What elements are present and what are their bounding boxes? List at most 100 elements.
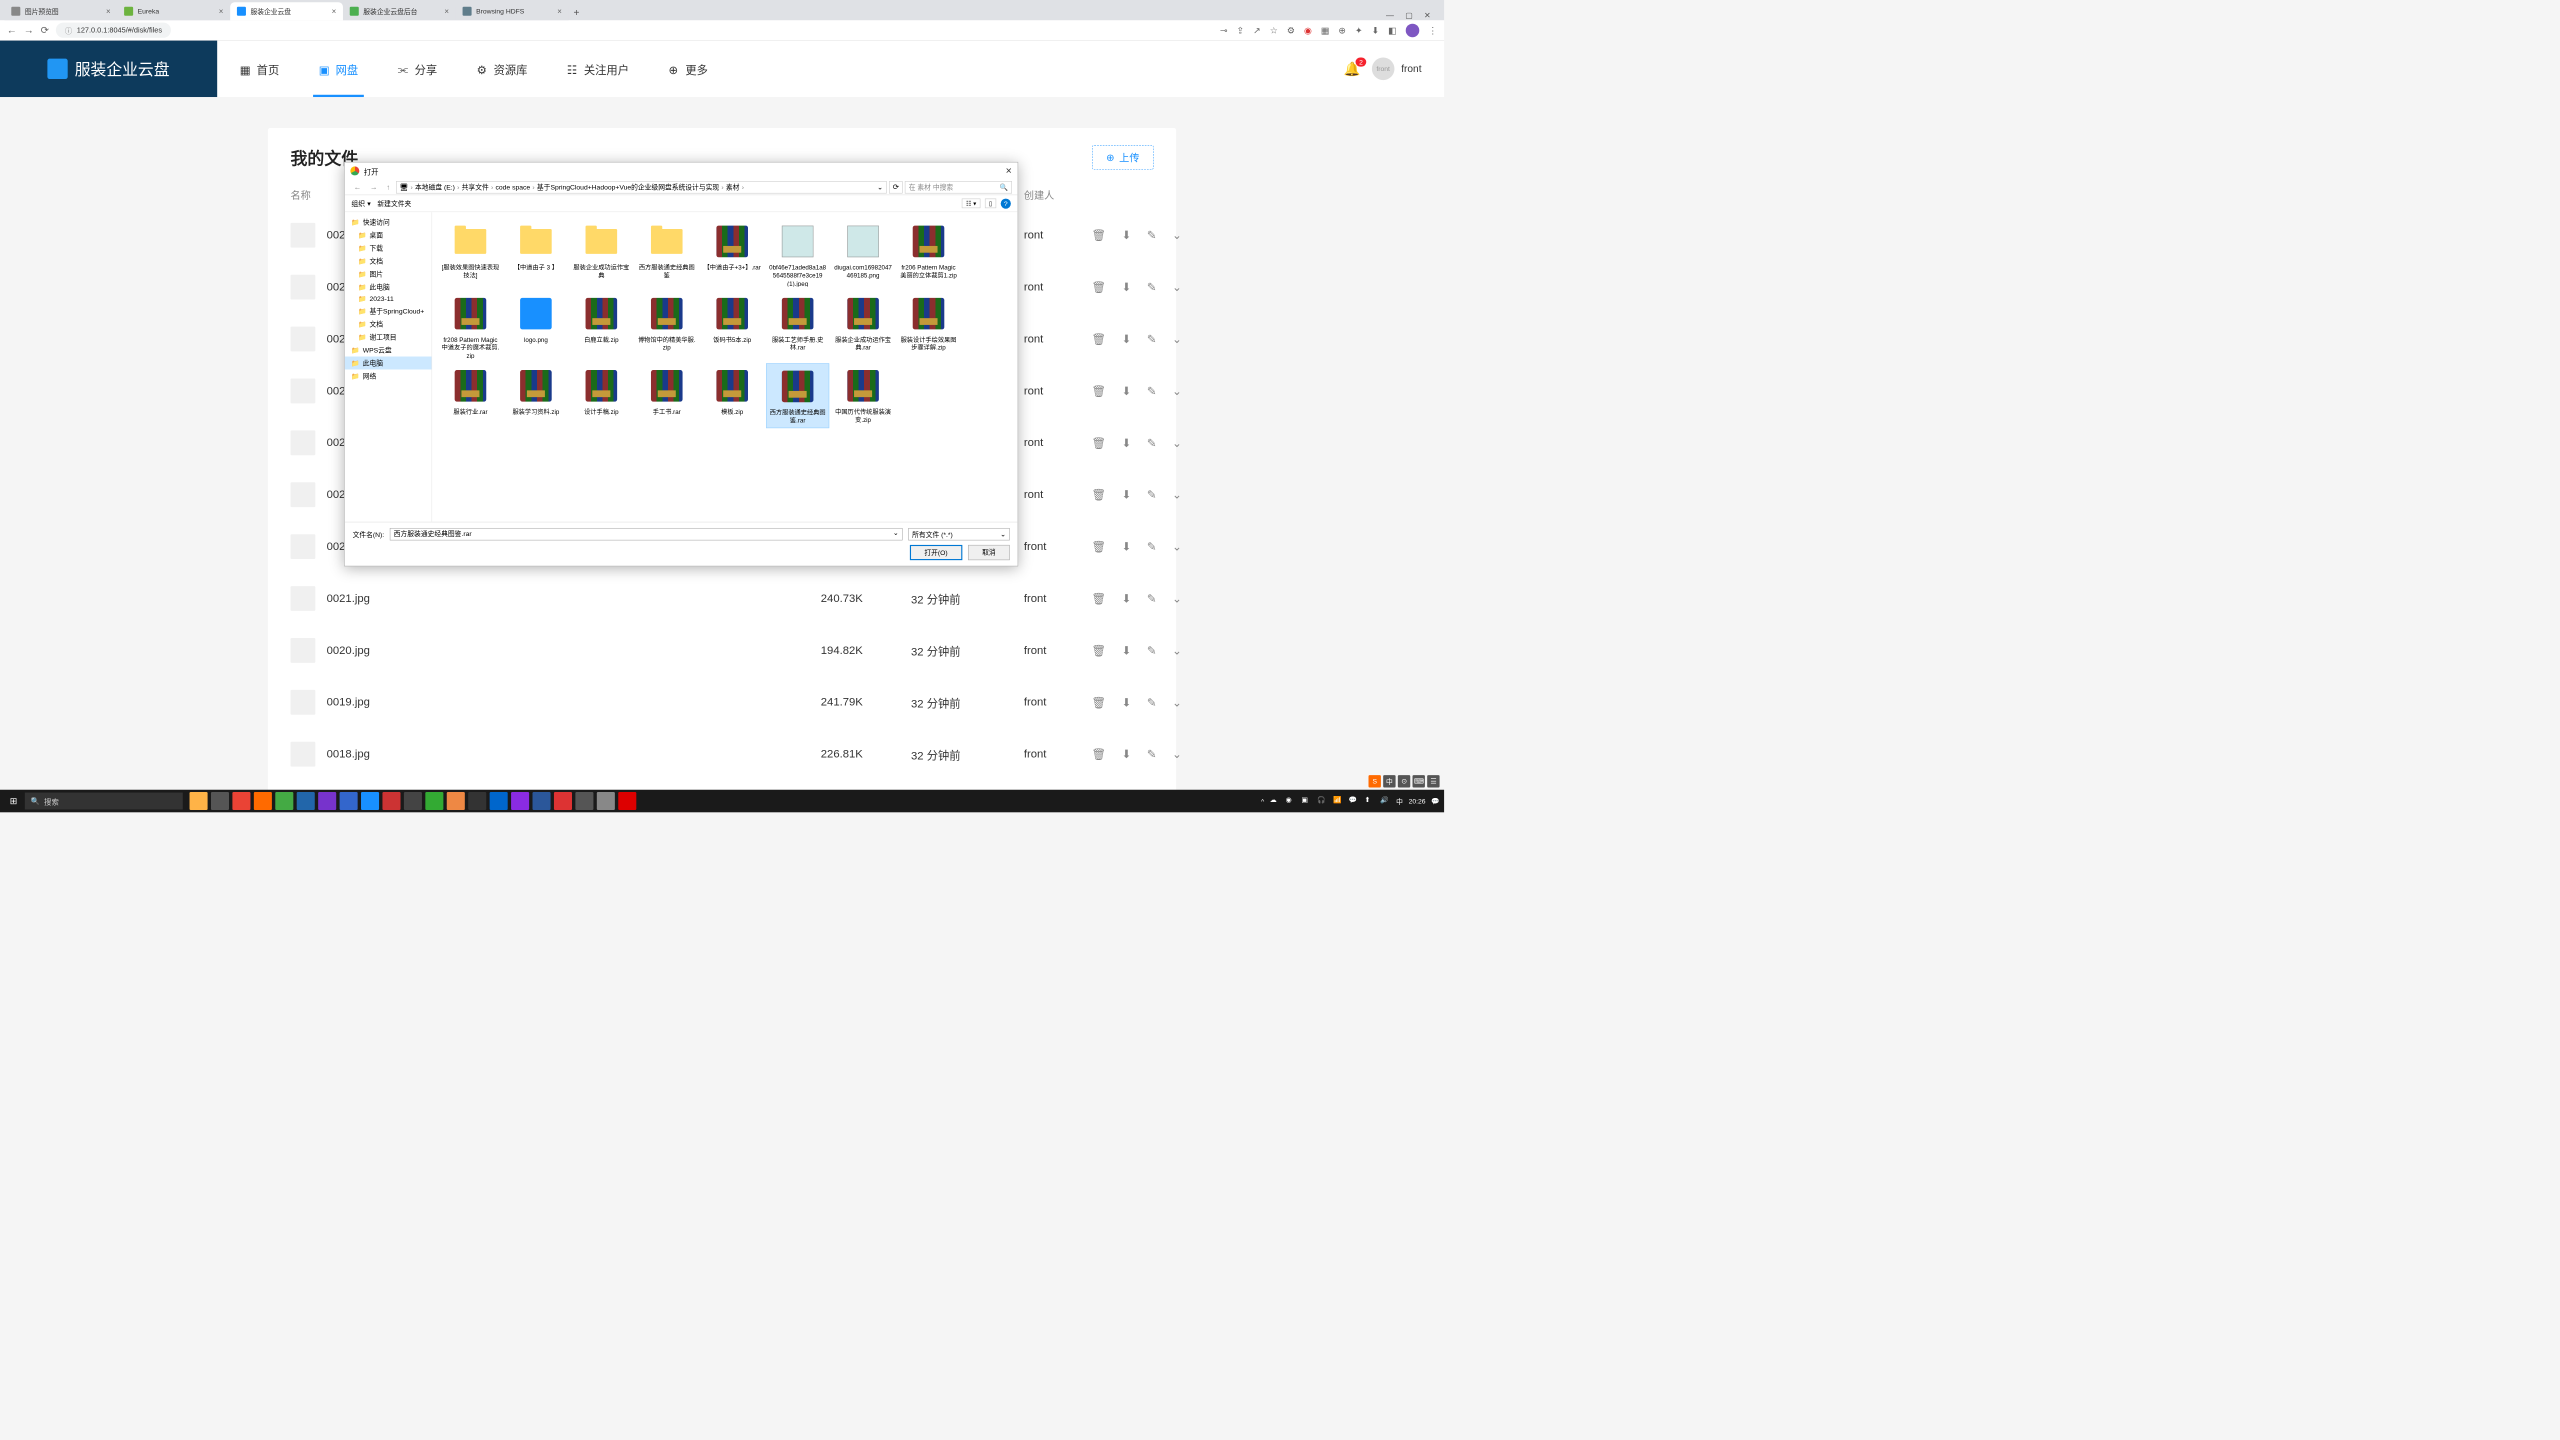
file-item[interactable]: diugai.com16982047469185.png — [831, 219, 894, 289]
ime-btn[interactable]: ☰ — [1427, 775, 1439, 787]
delete-icon[interactable]: 🗑 — [1092, 747, 1106, 761]
more-icon[interactable]: ⌄ — [1172, 591, 1181, 605]
more-icon[interactable]: ⌄ — [1172, 332, 1181, 346]
delete-icon[interactable]: 🗑 — [1092, 643, 1106, 657]
help-button[interactable]: ? — [1001, 198, 1011, 208]
file-item[interactable]: fr208 Pattern Magic中道友子的魔术裁剪.zip — [439, 291, 502, 361]
system-tray[interactable]: ^ ☁ ◉ ▣ 🎧 📶 💬 ⬆ 🔊 中 20:26 💬 — [1261, 796, 1440, 806]
ext-icon[interactable]: ◉ — [1304, 25, 1312, 36]
file-item[interactable]: 西方服装通史经典图鉴 — [635, 219, 698, 289]
back-button[interactable]: ← — [350, 183, 364, 191]
sidebar-item[interactable]: 📁桌面 — [345, 228, 432, 241]
new-folder-button[interactable]: 新建文件夹 — [377, 199, 411, 209]
browser-tab[interactable]: Eureka× — [117, 2, 230, 20]
open-button[interactable]: 打开(O) — [910, 545, 963, 560]
file-item[interactable]: 西方服装通史经典图鉴.rar — [766, 363, 829, 428]
nav-resources[interactable]: ⚙资源库 — [477, 41, 528, 97]
nav-disk[interactable]: ▣网盘 — [319, 41, 358, 97]
taskbar-app-icon[interactable] — [490, 792, 508, 810]
cancel-button[interactable]: 取消 — [968, 545, 1010, 560]
edit-icon[interactable]: ✎ — [1147, 436, 1156, 450]
file-item[interactable]: 手工书.rar — [635, 363, 698, 428]
view-mode-button[interactable]: ☷ ▾ — [962, 199, 980, 209]
send-icon[interactable]: ↗ — [1253, 25, 1261, 36]
taskbar-app-icon[interactable] — [447, 792, 465, 810]
file-item[interactable]: 白鹿立裁.zip — [570, 291, 633, 361]
file-item[interactable]: 服装企业成功运作宝典.rar — [831, 291, 894, 361]
sidebar-item[interactable]: 📁文档 — [345, 254, 432, 267]
delete-icon[interactable]: 🗑 — [1092, 591, 1106, 605]
more-icon[interactable]: ⌄ — [1172, 747, 1181, 761]
share-icon[interactable]: ⇪ — [1237, 25, 1245, 36]
sidebar-item[interactable]: 📁谢工项目 — [345, 331, 432, 344]
file-row[interactable]: 0018.jpg 226.81K 32 分钟前 front 🗑 ⬇ ✎ ⌄ — [291, 728, 1154, 780]
taskbar-app-icon[interactable] — [597, 792, 615, 810]
new-tab-button[interactable]: + — [569, 5, 585, 21]
browser-tab-active[interactable]: 服装企业云盘× — [230, 2, 343, 20]
download-icon[interactable]: ⬇ — [1122, 384, 1131, 398]
back-button[interactable]: ← — [7, 24, 17, 36]
window-close-icon[interactable]: ✕ — [1424, 11, 1431, 21]
delete-icon[interactable]: 🗑 — [1092, 384, 1106, 398]
ext-icon[interactable]: ▦ — [1321, 25, 1330, 36]
sidebar-item[interactable]: 📁此电脑 — [345, 280, 432, 293]
action-center-icon[interactable]: 💬 — [1431, 797, 1439, 805]
forward-button[interactable]: → — [367, 183, 381, 191]
sidebar-item[interactable]: 📁下载 — [345, 241, 432, 254]
sidebar-item[interactable]: 📁图片 — [345, 267, 432, 280]
tray-icon[interactable]: ◉ — [1286, 796, 1296, 806]
download-icon[interactable]: ⬇ — [1122, 695, 1131, 709]
ime-main-button[interactable]: S — [1369, 775, 1381, 787]
more-icon[interactable]: ⌄ — [1172, 436, 1181, 450]
puzzle-icon[interactable]: ✦ — [1355, 25, 1363, 36]
ext-icon[interactable]: ⊕ — [1338, 25, 1346, 36]
file-item[interactable]: 饭码书5本.zip — [701, 291, 764, 361]
download-icon[interactable]: ⬇ — [1122, 488, 1131, 502]
download-icon[interactable]: ⬇ — [1122, 228, 1131, 242]
sidebar-item[interactable]: 📁快速访问 — [345, 215, 432, 228]
address-bar[interactable]: ⓘ 127.0.0.1:8045/#/disk/files — [56, 23, 171, 38]
notifications-button[interactable]: 🔔 2 — [1344, 61, 1361, 77]
key-icon[interactable]: ⊸ — [1220, 25, 1228, 36]
file-item[interactable]: 博物馆中的精美华服.zip — [635, 291, 698, 361]
taskbar-app-icon[interactable] — [211, 792, 229, 810]
preview-pane-button[interactable]: ▯ — [985, 199, 996, 209]
filename-input[interactable]: 西方服装通史经典图鉴.rar⌄ — [390, 528, 903, 540]
file-item[interactable]: 【中道由子 3 】 — [504, 219, 567, 289]
file-row[interactable]: 0021.jpg 240.73K 32 分钟前 front 🗑 ⬇ ✎ ⌄ — [291, 573, 1154, 625]
path-bar[interactable]: 🖥 ›本地磁盘 (E:) ›共享文件 ›code space ›基于Spring… — [396, 181, 887, 193]
tray-icon[interactable]: 🎧 — [1317, 796, 1327, 806]
user-menu[interactable]: front front — [1372, 58, 1422, 81]
profile-avatar[interactable] — [1406, 23, 1420, 37]
dialog-search-input[interactable]: 在 素材 中搜索 🔍 — [905, 181, 1012, 193]
file-item[interactable]: 服装设计手绘效果图步骤详解.zip — [897, 291, 960, 361]
taskbar-app-icon[interactable] — [254, 792, 272, 810]
window-minimize-icon[interactable]: — — [1386, 11, 1394, 21]
gear-icon[interactable]: ⚙ — [1287, 25, 1295, 36]
download-icon[interactable]: ⬇ — [1122, 332, 1131, 346]
edit-icon[interactable]: ✎ — [1147, 488, 1156, 502]
delete-icon[interactable]: 🗑 — [1092, 280, 1106, 294]
dialog-file-grid[interactable]: [服装效果图快速表现技法]【中道由子 3 】服装企业成功运作宝典西方服装通史经典… — [432, 212, 1018, 522]
ime-toolbar[interactable]: S 中 ⊙ ⌨ ☰ — [1369, 775, 1440, 787]
taskbar-app-icon[interactable] — [382, 792, 400, 810]
file-item[interactable]: 服装行业.rar — [439, 363, 502, 428]
more-icon[interactable]: ⌄ — [1172, 384, 1181, 398]
file-row[interactable]: 0020.jpg 194.82K 32 分钟前 front 🗑 ⬇ ✎ ⌄ — [291, 624, 1154, 676]
tray-icon[interactable]: 💬 — [1349, 796, 1359, 806]
file-item[interactable]: 模板.zip — [701, 363, 764, 428]
taskbar-app-icon[interactable] — [533, 792, 551, 810]
taskbar-app-icon[interactable] — [232, 792, 250, 810]
download-icon[interactable]: ⬇ — [1122, 280, 1131, 294]
tab-close-icon[interactable]: × — [332, 7, 337, 16]
edit-icon[interactable]: ✎ — [1147, 332, 1156, 346]
organize-button[interactable]: 组织 ▾ — [351, 199, 370, 209]
taskbar-app-icon[interactable] — [425, 792, 443, 810]
file-item[interactable]: 【中道由子+3+】.rar — [701, 219, 764, 289]
sidebar-item[interactable]: 📁2023-11 — [345, 293, 432, 304]
sidebar-item[interactable]: 📁基于SpringCloud+ — [345, 305, 432, 318]
edit-icon[interactable]: ✎ — [1147, 228, 1156, 242]
more-icon[interactable]: ⌄ — [1172, 488, 1181, 502]
more-icon[interactable]: ⌄ — [1172, 540, 1181, 554]
file-item[interactable]: 服装企业成功运作宝典 — [570, 219, 633, 289]
